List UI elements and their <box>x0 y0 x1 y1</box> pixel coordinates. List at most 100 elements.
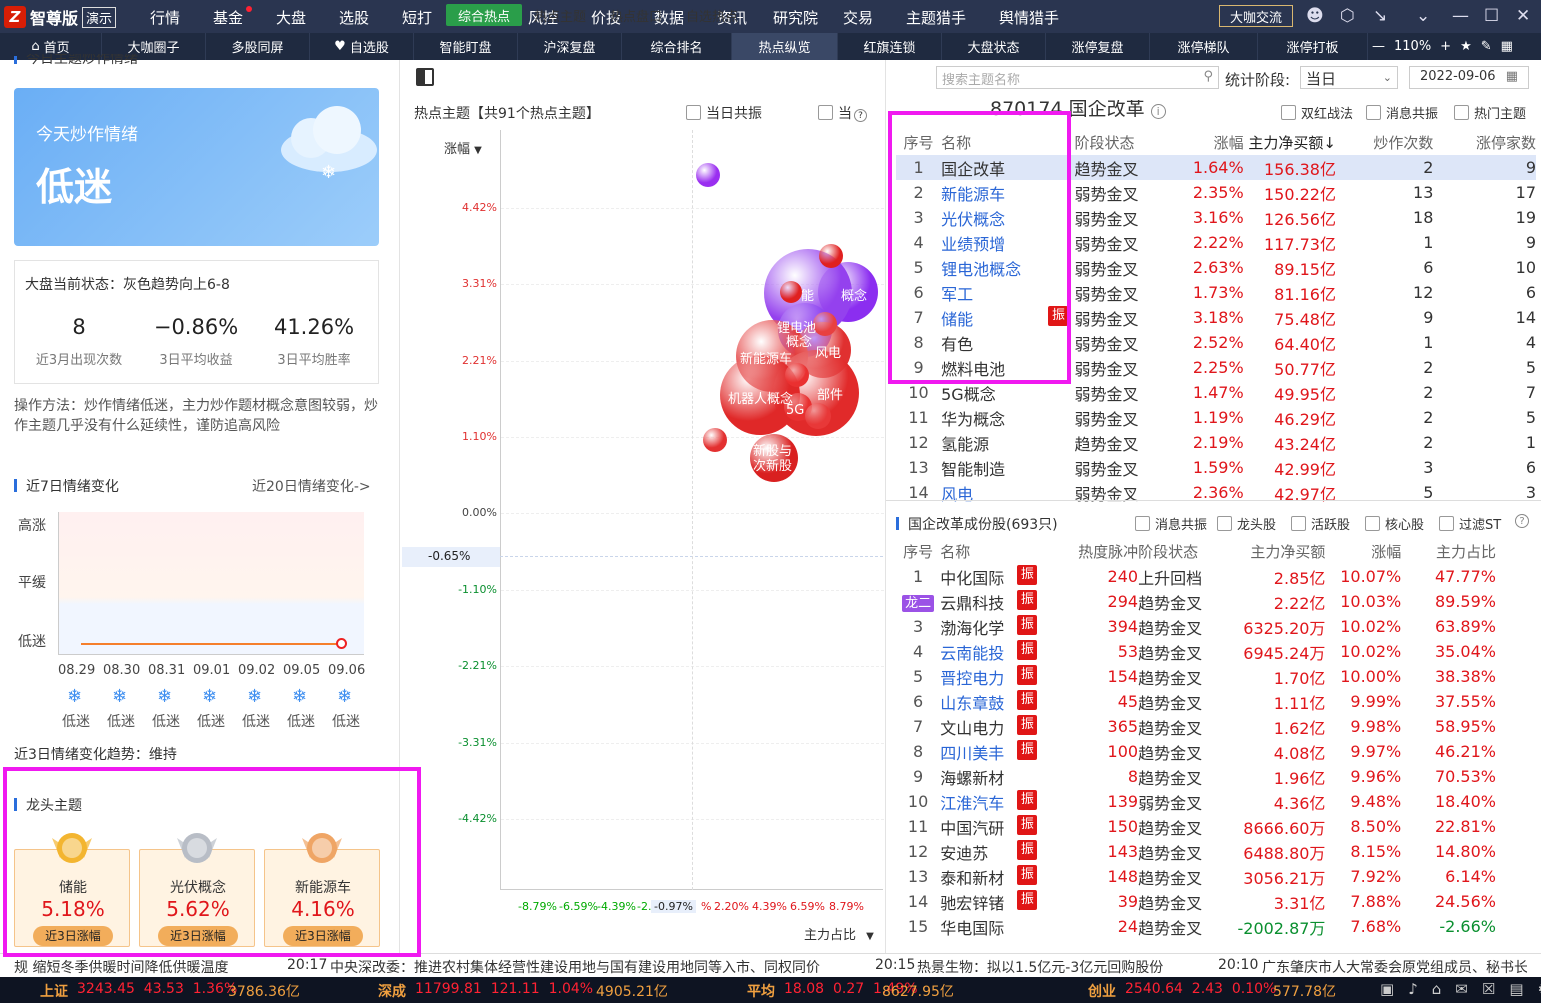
resonance-checkbox[interactable]: 当日共振 <box>686 103 762 123</box>
tab-item[interactable]: 涨停复盘 <box>1046 33 1150 60</box>
maximize-icon[interactable]: ☐ <box>1484 6 1499 26</box>
constituent-filter-checkbox[interactable]: 核心股 <box>1365 514 1424 533</box>
daka-button[interactable]: 大咖交流 <box>1219 5 1293 27</box>
edit-icon[interactable]: ✎ <box>1481 39 1492 54</box>
constituent-row[interactable]: 13 泰和新材振 148 趋势金叉 3056.21万 7.92% 6.14% <box>896 864 1496 889</box>
ticker-news[interactable]: 热景生物：拟以1.5亿元-3亿元回购股份 <box>917 957 1163 977</box>
topic-bubble[interactable] <box>819 244 843 268</box>
status-icon[interactable]: ☒ <box>1482 980 1495 998</box>
status-icon[interactable]: ⌂ <box>1432 980 1442 998</box>
table-header[interactable]: 涨停家数 <box>1433 130 1536 155</box>
constituent-filter-checkbox[interactable]: 消息共振 <box>1135 514 1207 533</box>
subtab-item[interactable]: 热点盘口 <box>598 4 674 26</box>
status-icon[interactable]: ✉ <box>1455 980 1468 998</box>
constituent-filter-checkbox[interactable]: 活跃股 <box>1291 514 1350 533</box>
tab-item[interactable]: 综合排名 <box>622 33 732 60</box>
zoom-in-icon[interactable]: + <box>1440 39 1451 54</box>
ticker-news[interactable]: 广东肇庆市人大常委会原党组成员、秘书长 <box>1262 957 1527 977</box>
table-header[interactable]: 主力占比 <box>1401 539 1496 564</box>
ticker-news[interactable]: 规 缩短冬季供暖时间降低供暖温度 <box>14 957 228 977</box>
constituent-row[interactable]: 6 山东章鼓振 45 趋势金叉 1.11亿 9.99% 37.55% <box>896 689 1496 714</box>
shrink-icon[interactable]: ↘ <box>1373 6 1387 26</box>
index-name[interactable]: 创业 <box>1088 981 1116 1001</box>
x-axis-label[interactable]: 主力占比 ▼ <box>804 924 874 943</box>
constituent-row[interactable]: 3 渤海化学振 394 趋势金叉 6325.20万 10.02% 63.89% <box>896 614 1496 639</box>
main-nav-item[interactable]: 舆情猎手 <box>999 7 1059 28</box>
table-header[interactable]: 炒作次数 <box>1336 130 1433 155</box>
tab-item[interactable]: 多股同屏 <box>206 33 310 60</box>
constituent-row[interactable]: 15 华电国际 24 趋势金叉 -2002.87万 7.68% -2.66% <box>896 914 1496 939</box>
topic-filter-checkbox[interactable]: 消息共振 <box>1366 103 1438 122</box>
constituent-row[interactable]: 4 云南能投振 53 趋势金叉 6945.24万 10.02% 35.04% <box>896 639 1496 664</box>
table-header[interactable]: 阶段状态 <box>1074 130 1171 155</box>
user-icon[interactable]: ☻ <box>1306 6 1324 26</box>
table-header[interactable]: 主力净买额 <box>1220 539 1325 564</box>
minimize-icon[interactable]: — <box>1452 6 1469 26</box>
panel-toggle-icon[interactable] <box>416 68 434 86</box>
topic-row[interactable]: 12 氢能源 趋势金叉 2.19% 43.24亿 2 1 <box>896 430 1536 455</box>
table-header[interactable]: 名称 <box>940 539 1043 564</box>
main-nav-item[interactable]: 研究院 <box>773 7 818 28</box>
status-icon[interactable]: ▤ <box>1509 980 1523 998</box>
settings-icon[interactable]: ⬡ <box>1340 6 1355 26</box>
y-axis-label[interactable]: 涨幅 ▼ <box>444 138 482 157</box>
topic-bubble[interactable] <box>703 428 727 452</box>
topic-filter-checkbox[interactable]: 双红战法 <box>1281 103 1353 122</box>
constituent-filter-checkbox[interactable]: 过滤ST <box>1439 514 1501 533</box>
tab-item[interactable]: 涨停打板 <box>1258 33 1368 60</box>
constituent-row[interactable]: 14 驰宏锌锗振 39 趋势金叉 3.31亿 7.88% 24.56% <box>896 889 1496 914</box>
constituent-row[interactable]: 12 安迪苏振 143 趋势金叉 6488.80万 8.15% 14.80% <box>896 839 1496 864</box>
topic-row[interactable]: 13 智能制造 弱势金叉 1.59% 42.99亿 3 6 <box>896 455 1536 480</box>
main-nav-item[interactable]: 交易 <box>843 7 873 28</box>
subtab-item[interactable]: 自选热点 <box>674 4 750 26</box>
trend-20d-link[interactable]: 近20日情绪变化-> <box>252 476 371 496</box>
table-header[interactable]: 涨幅 <box>1172 130 1244 155</box>
index-name[interactable]: 平均 <box>747 981 775 1001</box>
constituent-row[interactable]: 龙二 云鼎科技振 294 趋势金叉 2.22亿 10.03% 89.59% <box>896 589 1496 614</box>
app-logo[interactable]: Z 智尊版 演示 <box>4 5 117 29</box>
constituent-row[interactable]: 7 文山电力振 365 趋势金叉 1.62亿 9.98% 58.95% <box>896 714 1496 739</box>
date-picker[interactable]: 2022-09-06 ▦ <box>1409 66 1529 89</box>
zoom-out-icon[interactable]: — <box>1372 39 1385 54</box>
chevron-down-icon[interactable]: ⌄ <box>1416 6 1430 26</box>
constituent-filter-checkbox[interactable]: 龙头股 <box>1217 514 1276 533</box>
topic-row[interactable]: 11 华为概念 弱势金叉 1.19% 46.29亿 2 5 <box>896 405 1536 430</box>
constituent-row[interactable]: 11 中国汽研振 150 趋势金叉 8666.60万 8.50% 22.81% <box>896 814 1496 839</box>
main-nav-item[interactable]: 短打 <box>402 7 432 28</box>
tab-item[interactable]: 沪深复盘 <box>518 33 622 60</box>
constituent-row[interactable]: 5 晋控电力振 154 趋势金叉 1.70亿 10.00% 38.38% <box>896 664 1496 689</box>
table-header[interactable]: 涨幅 <box>1325 539 1401 564</box>
constituent-row[interactable]: 10 江淮汽车振 139 弱势金叉 4.36亿 9.48% 18.40% <box>896 789 1496 814</box>
topic-bubble[interactable] <box>813 312 837 336</box>
topic-filter-checkbox[interactable]: 热门主题 <box>1454 103 1526 122</box>
constituent-row[interactable]: 8 四川美丰振 100 趋势金叉 4.08亿 9.97% 46.21% <box>896 739 1496 764</box>
star-icon[interactable]: ★ <box>1460 39 1472 54</box>
topic-search-input[interactable]: 搜索主题名称 ⚲ <box>936 66 1219 89</box>
status-icon[interactable]: ♪ <box>1408 980 1418 998</box>
stage-select[interactable]: 当日 ⌄ <box>1300 66 1398 89</box>
ticker-news[interactable]: 中央深改委：推进农村集体经营性建设用地与国有建设用地同等入市、同权同价 <box>330 957 820 977</box>
layout-icon[interactable]: ▦ <box>1501 39 1513 54</box>
index-name[interactable]: 上证 <box>40 981 68 1001</box>
main-nav-item[interactable]: 基金 <box>213 7 243 28</box>
table-header[interactable]: 主力净买额↓ <box>1244 130 1336 155</box>
close-icon[interactable]: ✕ <box>1516 6 1530 26</box>
tab-item[interactable]: 大盘状态 <box>942 33 1046 60</box>
subtab-item[interactable]: 综合热点 <box>446 4 522 26</box>
subtab-item[interactable]: 热点主题 <box>522 4 598 26</box>
constituent-row[interactable]: 9 海螺新材 8 趋势金叉 1.96亿 9.96% 70.53% <box>896 764 1496 789</box>
topic-bubble[interactable] <box>696 163 720 187</box>
main-nav-item[interactable]: 行情 <box>150 7 180 28</box>
main-nav-item[interactable]: 选股 <box>339 7 369 28</box>
cut-checkbox[interactable]: 当? <box>818 103 874 123</box>
tab-item[interactable]: 涨停梯队 <box>1150 33 1258 60</box>
topic-row[interactable]: 14 风电 弱势金叉 2.36% 42.97亿 5 3 <box>896 480 1536 505</box>
help-icon[interactable]: ? <box>1515 514 1529 528</box>
tab-item[interactable]: 红旗连锁 <box>838 33 942 60</box>
index-name[interactable]: 深成 <box>378 981 406 1001</box>
constituent-row[interactable]: 1 中化国际振 240 上升回档 2.85亿 10.07% 47.77% <box>896 564 1496 589</box>
topic-bubble[interactable] <box>780 281 802 303</box>
topic-bubble[interactable] <box>805 403 831 429</box>
tab-item[interactable]: 热点纵览 <box>732 33 838 60</box>
tab-item[interactable]: ♥ 自选股 <box>310 33 414 60</box>
